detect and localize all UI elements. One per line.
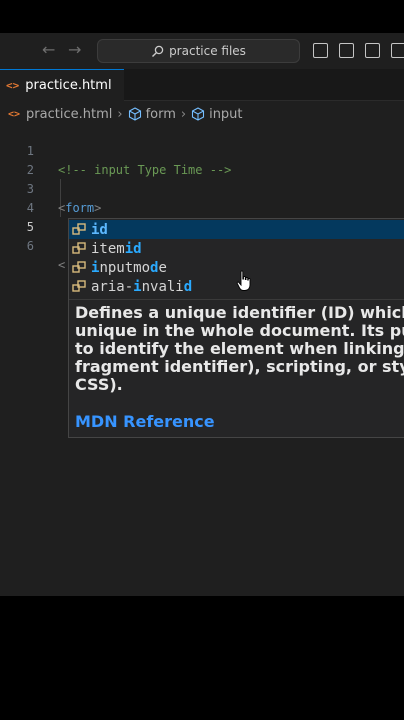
doc-line: unique in the whole document. Its purp	[75, 321, 404, 340]
mdn-reference-link[interactable]: MDN Reference	[75, 412, 215, 431]
search-icon	[152, 45, 164, 57]
forward-arrow-icon[interactable]: →	[68, 41, 81, 59]
suggest-widget: id itemid inputmode aria-invalid Defines…	[68, 218, 404, 438]
tab-bar: <> practice.html	[0, 69, 404, 101]
suggestion-itemid[interactable]: itemid	[69, 239, 404, 258]
toggle-primary-sidebar-icon[interactable]	[313, 43, 328, 58]
property-icon	[72, 241, 86, 254]
property-icon	[72, 279, 86, 292]
suggestion-label: id	[91, 221, 108, 238]
html-file-icon: <>	[8, 108, 21, 120]
vscode-window: ← → practice files <> practice.html <> p…	[0, 0, 404, 720]
doc-line: Defines a unique identifier (ID) which m	[75, 303, 404, 322]
toggle-secondary-sidebar-icon[interactable]	[365, 43, 380, 58]
suggestion-label: inputmode	[91, 259, 167, 276]
title-bar: ← → practice files	[0, 33, 404, 69]
chevron-right-icon: ›	[117, 106, 123, 122]
suggestion-label: itemid	[91, 240, 142, 257]
breadcrumb-item-form[interactable]: form	[146, 107, 176, 122]
code-line[interactable]: 3 <form>	[0, 161, 404, 215]
element-cube-icon	[128, 107, 141, 121]
suggestion-documentation: Defines a unique identifier (ID) which m…	[69, 299, 404, 439]
breadcrumb-file[interactable]: practice.html	[26, 107, 112, 122]
toggle-panel-icon[interactable]	[339, 43, 354, 58]
doc-line: to identify the element when linking (u	[75, 339, 404, 358]
suggestion-label: aria-invalid	[91, 278, 193, 295]
breadcrumb: <> practice.html › form › input	[0, 103, 243, 125]
breadcrumb-item-input[interactable]: input	[209, 107, 242, 122]
property-icon	[72, 260, 86, 273]
back-arrow-icon[interactable]: ←	[42, 41, 55, 59]
line-6-content: <	[58, 258, 66, 272]
hand-cursor-icon	[236, 270, 251, 291]
element-cube-icon	[192, 107, 205, 121]
property-icon	[72, 222, 86, 235]
customize-layout-icon[interactable]	[391, 43, 404, 58]
doc-line: CSS).	[75, 375, 123, 394]
suggestion-id[interactable]: id	[69, 220, 404, 239]
command-center-label: practice files	[169, 44, 246, 58]
tab-label: practice.html	[25, 78, 112, 93]
command-center-search[interactable]: practice files	[97, 39, 300, 63]
doc-line: fragment identifier), scripting, or styl…	[75, 357, 404, 376]
code-line[interactable]: 4 <label for="appt">select a time:</labe…	[0, 180, 404, 234]
editor-pane[interactable]: <> practice.html › form › input 1 <!-- i…	[0, 101, 404, 596]
code-line-active[interactable]: 5 <input type="time" id	[0, 199, 404, 253]
html-file-icon: <>	[6, 79, 20, 92]
tab-practice-html[interactable]: <> practice.html	[0, 69, 124, 101]
code-line[interactable]: 2	[0, 142, 404, 177]
line-number: 6	[26, 239, 34, 253]
code-line[interactable]: 1 <!-- input Type Time -->	[0, 123, 404, 177]
chevron-right-icon: ›	[180, 106, 187, 122]
